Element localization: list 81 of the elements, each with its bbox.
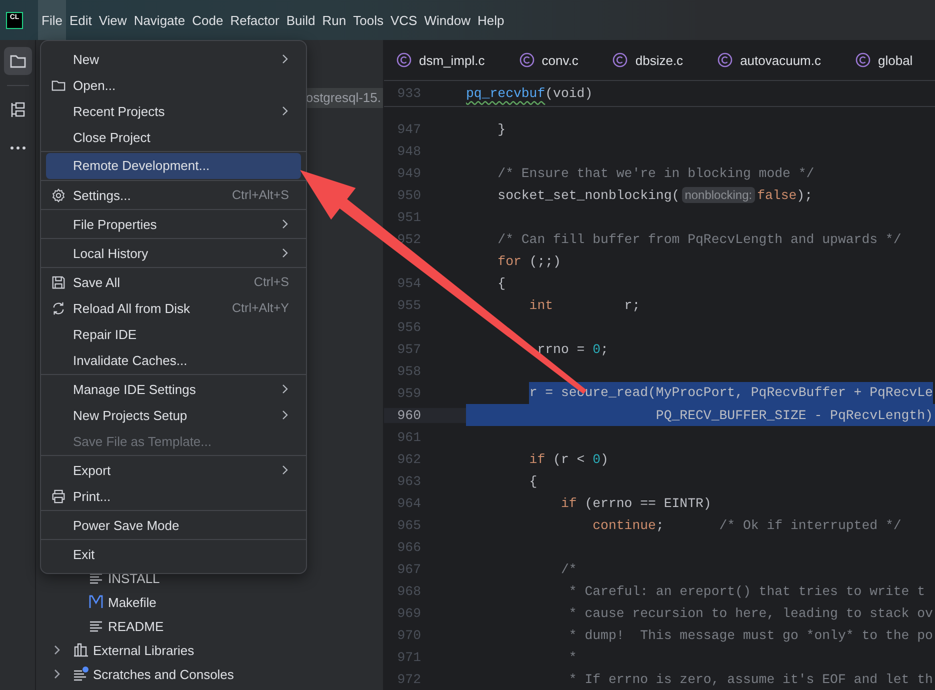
c-file-icon	[612, 52, 628, 68]
tree-item[interactable]: README	[108, 618, 164, 634]
menu-item[interactable]: Local History	[46, 240, 301, 266]
menu-item[interactable]: Open...	[46, 72, 301, 98]
menu-item[interactable]: Power Save Mode	[46, 512, 301, 538]
tree-item[interactable]: Makefile	[108, 594, 156, 610]
scratches-icon	[73, 666, 89, 682]
chevron-icon[interactable]	[52, 669, 62, 679]
c-file-icon	[518, 52, 535, 68]
menu-item[interactable]: New Projects Setup	[46, 402, 301, 428]
menu-item[interactable]: Print...	[46, 483, 301, 509]
line-number: 960	[384, 408, 466, 422]
menu-item[interactable]: Exit	[46, 541, 301, 567]
save-icon	[51, 274, 66, 290]
menu-item[interactable]: Manage IDE Settings	[46, 376, 301, 402]
code-text: PQ_RECV_BUFFER_SIZE - PqRecvLength)	[654, 408, 933, 422]
menu-item[interactable]: Save All Ctrl+S	[46, 269, 301, 295]
code-text: }	[496, 122, 506, 136]
code-text: rrno = 0;	[536, 342, 608, 356]
code-text: pq_recvbuf(void)	[466, 86, 593, 101]
menu-bar-item[interactable]: VCS	[386, 0, 421, 40]
code-text: * dump! This message must go *only* to the po	[568, 628, 933, 642]
c-file-icon	[855, 52, 871, 68]
editor-tab[interactable]: autovacuum.c	[705, 40, 831, 80]
code-text: if (r < 0)	[528, 452, 608, 466]
editor-tab[interactable]: global	[843, 40, 923, 80]
menu-item[interactable]: Repair IDE	[46, 321, 301, 347]
code-text: for (;;)	[496, 254, 561, 268]
menu-item[interactable]: New	[46, 46, 301, 72]
menu-item[interactable]: Invalidate Caches...	[46, 347, 301, 373]
code-text: * cause recursion to here, leading to stack ov	[568, 606, 933, 620]
code-text: /* Ensure that we're in blocking mode */	[496, 166, 814, 180]
library-icon	[73, 642, 89, 658]
folder-icon	[51, 78, 66, 92]
code-text: socket_set_nonblocking(	[496, 188, 680, 202]
menu-bar-item[interactable]: Window	[420, 0, 474, 40]
code-text: * Careful: an ereport() that tries to write t	[568, 584, 925, 598]
menu-bar-item[interactable]: Tools	[350, 0, 387, 40]
menu-bar-item[interactable]: Build	[282, 0, 319, 40]
menu-item[interactable]: File Properties	[46, 211, 301, 237]
menu-item[interactable]: Export	[46, 457, 301, 483]
tree-item[interactable]: Scratches and Consoles	[93, 666, 234, 682]
code-text: if (errno == EINTR)	[560, 496, 712, 510]
menu-bar-item[interactable]: Run	[318, 0, 350, 40]
makefile-icon	[88, 594, 104, 610]
settings-icon	[51, 188, 66, 202]
code-text: *	[568, 650, 577, 664]
editor-tab[interactable]: dsm_impl.c	[384, 40, 495, 80]
inlay-hint: nonblocking:	[682, 187, 756, 203]
structure-icon	[8, 101, 26, 119]
menu-item[interactable]: Reload All from Disk Ctrl+Alt+Y	[46, 295, 301, 321]
chevron-icon[interactable]	[52, 645, 62, 655]
menu-item[interactable]: Recent Projects	[46, 98, 301, 124]
menu-bar-item[interactable]: Refactor	[226, 0, 283, 40]
tree-item[interactable]: INSTALL	[108, 570, 160, 586]
menu-item[interactable]: Close Project	[46, 124, 301, 150]
tree-item[interactable]: External Libraries	[93, 642, 194, 658]
menu-bar-item[interactable]: Navigate	[130, 0, 189, 40]
reload-icon	[51, 300, 66, 316]
menu-item[interactable]: Settings... Ctrl+Alt+S	[46, 182, 301, 208]
editor-tab[interactable]: dbsize.c	[600, 40, 694, 80]
printer-icon	[51, 488, 66, 504]
project-button[interactable]	[4, 47, 32, 75]
code-text: /*	[560, 562, 577, 576]
code-text: continue; /* Ok if interrupted */	[592, 518, 902, 532]
c-file-icon	[396, 52, 412, 68]
more-icon	[8, 145, 26, 151]
editor-tab[interactable]: conv.c	[506, 40, 588, 80]
menu-bar-item[interactable]: Code	[188, 0, 227, 40]
code-text: /* Can fill buffer from PqRecvLength and upwards */	[496, 232, 902, 246]
code-text: {	[496, 276, 506, 290]
code-text: {	[528, 474, 538, 488]
code-text: * If errno is zero, assume it's EOF and let th	[568, 672, 933, 686]
code-text: int r;	[528, 298, 640, 312]
menu-bar-item[interactable]: Help	[474, 0, 508, 40]
menu-bar-item[interactable]: File	[38, 0, 66, 40]
menu-bar-item[interactable]: View	[95, 0, 130, 40]
code-text: false);	[757, 188, 812, 202]
menu-item[interactable]: Remote Development...	[46, 153, 301, 179]
menu-bar-item[interactable]: Edit	[66, 0, 96, 40]
c-file-icon	[717, 52, 734, 68]
